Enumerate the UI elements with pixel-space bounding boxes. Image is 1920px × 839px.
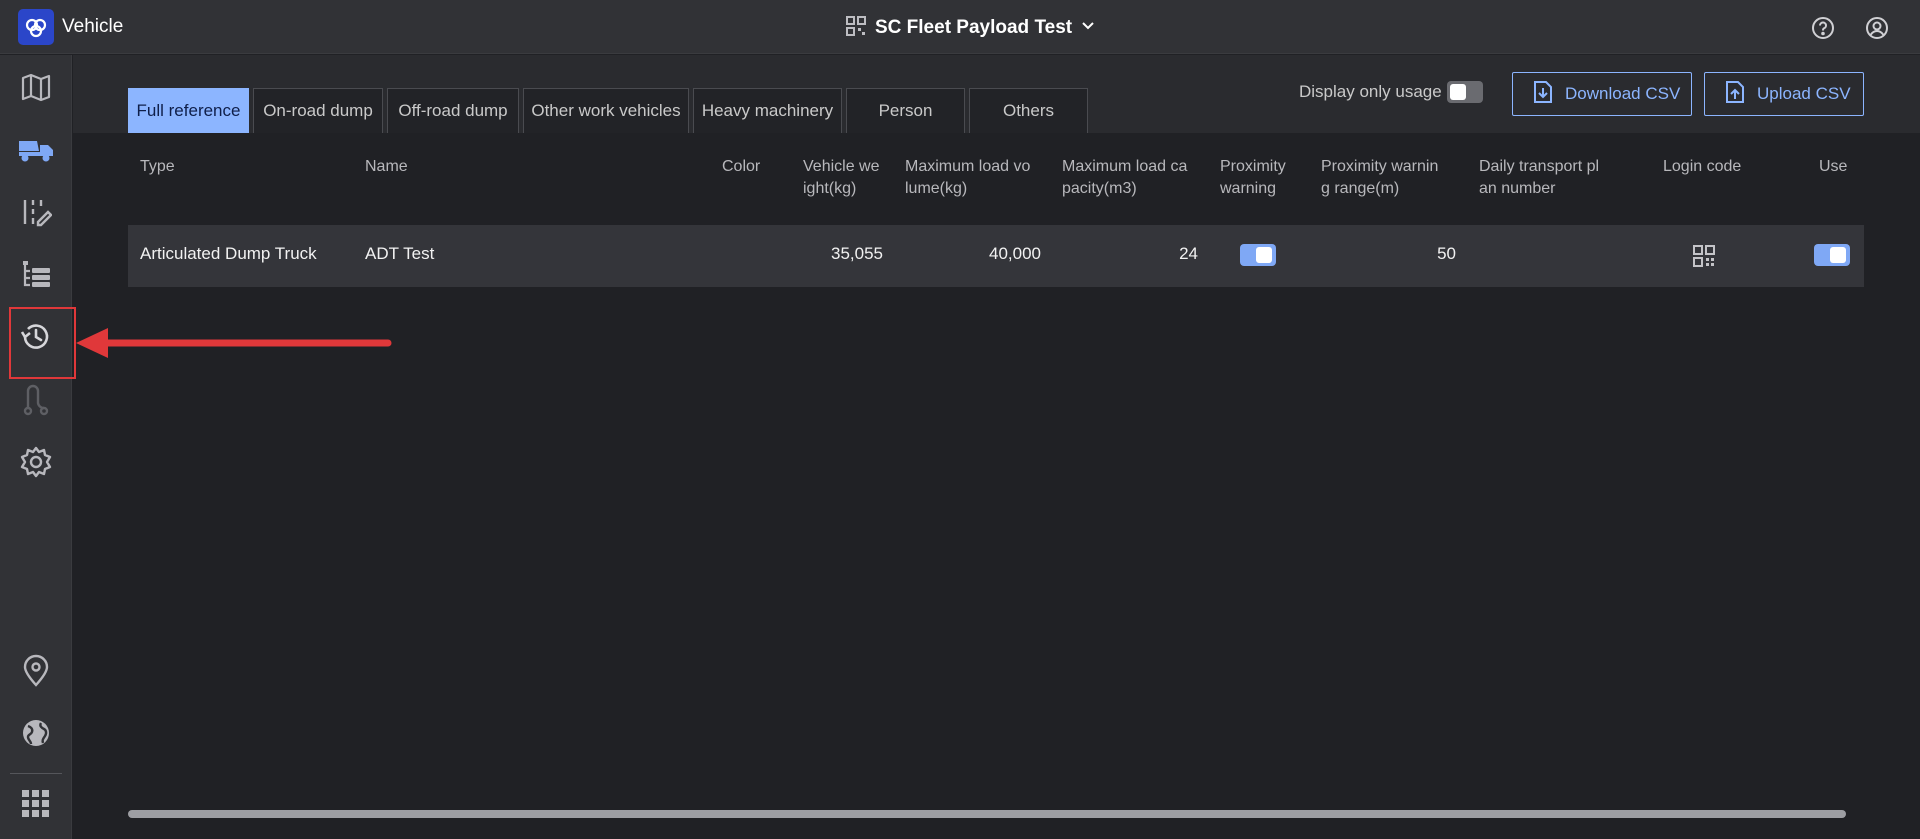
map-icon (20, 72, 52, 107)
tab-full-reference[interactable]: Full reference (128, 88, 249, 133)
login-qr-code-icon[interactable] (1692, 244, 1716, 273)
upload-file-icon (1725, 80, 1745, 109)
help-icon[interactable] (1810, 15, 1836, 41)
column-header-color[interactable]: Color (722, 156, 760, 178)
dump-truck-icon (17, 137, 55, 168)
sidebar-item-apps[interactable] (12, 782, 60, 830)
route-icon (21, 383, 51, 422)
table-header: Type Name Color Vehicle we ight(kg) Maxim… (128, 133, 1864, 225)
column-header-daily-plan-number[interactable]: Daily transport pl an number (1479, 156, 1599, 200)
use-toggle[interactable] (1814, 244, 1850, 266)
cell-max-load-volume: 40,000 (989, 244, 1041, 263)
main-content: Full reference On-road dump Off-road dum… (73, 55, 1920, 839)
table-row[interactable]: Articulated Dump Truck ADT Test 35,055 4… (128, 225, 1864, 287)
sidebar-item-route (12, 378, 60, 426)
proximity-warning-toggle[interactable] (1240, 244, 1276, 266)
annotation-highlight-box (9, 307, 76, 379)
cell-max-load-capacity: 24 (1179, 244, 1198, 263)
sidebar-item-list[interactable] (12, 252, 60, 300)
column-header-name[interactable]: Name (365, 156, 408, 178)
column-header-login-code[interactable]: Login code (1663, 156, 1741, 178)
tab-bar: Full reference On-road dump Off-road dum… (73, 55, 1920, 133)
column-header-proximity-range[interactable]: Proximity warnin g range(m) (1321, 156, 1438, 200)
column-header-max-load-capacity[interactable]: Maximum load ca pacity(m3) (1062, 156, 1187, 200)
cell-name: ADT Test (365, 244, 435, 263)
column-header-type[interactable]: Type (140, 156, 175, 178)
sidebar-item-plan-edit[interactable] (12, 190, 60, 238)
cell-proximity-range: 50 (1437, 244, 1456, 263)
sidebar-item-map[interactable] (12, 65, 60, 113)
sidebar-item-vehicle[interactable] (12, 128, 60, 176)
globe-icon (20, 717, 52, 754)
tab-other-work-vehicles[interactable]: Other work vehicles (523, 88, 689, 133)
sidebar-item-location[interactable] (12, 649, 60, 697)
tab-off-road-dump[interactable]: Off-road dump (387, 88, 519, 133)
display-only-usage-toggle[interactable] (1447, 81, 1483, 103)
column-header-vehicle-weight[interactable]: Vehicle we ight(kg) (803, 156, 880, 200)
app-header: Vehicle SC Fleet Payload Test (0, 0, 1920, 54)
horizontal-scrollbar[interactable] (128, 810, 1846, 818)
toggle-knob (1256, 247, 1272, 263)
app-logo-icon[interactable] (18, 9, 54, 45)
sidebar-divider (10, 773, 62, 774)
display-only-usage-label: Display only usage (1299, 82, 1442, 101)
project-selector[interactable]: SC Fleet Payload Test (845, 14, 1096, 42)
tab-heavy-machinery[interactable]: Heavy machinery (693, 88, 842, 133)
tab-on-road-dump[interactable]: On-road dump (253, 88, 383, 133)
project-name: SC Fleet Payload Test (875, 17, 1073, 38)
tab-person[interactable]: Person (846, 88, 965, 133)
upload-csv-label: Upload CSV (1757, 84, 1851, 103)
qr-code-icon (845, 15, 867, 42)
apps-grid-icon (21, 789, 51, 824)
chevron-down-icon (1080, 18, 1096, 39)
toggle-knob (1830, 247, 1846, 263)
cell-vehicle-weight: 35,055 (831, 244, 883, 263)
sidebar-item-globe[interactable] (12, 711, 60, 759)
location-pin-icon (21, 654, 51, 693)
column-header-use[interactable]: Use (1819, 156, 1847, 178)
download-csv-button[interactable]: Download CSV (1512, 72, 1692, 116)
column-header-proximity-warning[interactable]: Proximity warning (1220, 156, 1286, 200)
sidebar (0, 55, 72, 839)
user-account-icon[interactable] (1864, 15, 1890, 41)
gear-icon (19, 445, 53, 484)
cell-type: Articulated Dump Truck (140, 244, 317, 263)
upload-csv-button[interactable]: Upload CSV (1704, 72, 1864, 116)
plan-edit-icon (20, 196, 53, 233)
page-title: Vehicle (62, 16, 124, 37)
list-tree-icon (20, 258, 52, 295)
download-csv-label: Download CSV (1565, 84, 1681, 103)
download-file-icon (1533, 80, 1553, 109)
toggle-knob (1450, 84, 1466, 100)
tab-others[interactable]: Others (969, 88, 1088, 133)
sidebar-item-settings[interactable] (12, 440, 60, 488)
column-header-max-load-volume[interactable]: Maximum load vo lume(kg) (905, 156, 1030, 200)
